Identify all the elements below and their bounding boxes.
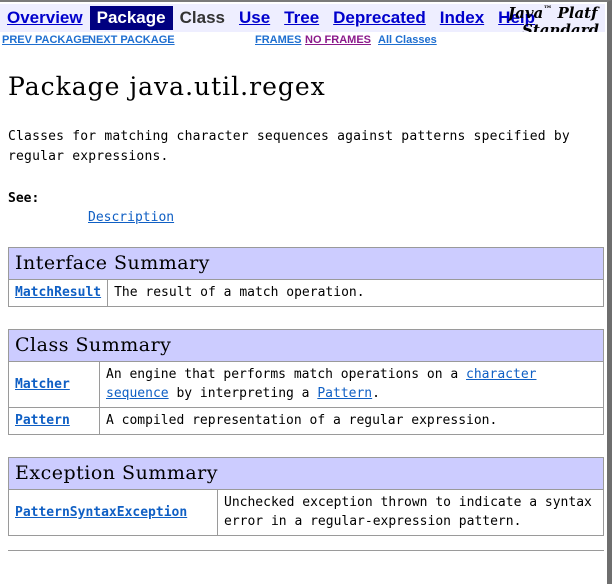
- description-text: Unchecked exception thrown to indicate a…: [224, 495, 592, 529]
- nav-item-use[interactable]: Use: [232, 6, 277, 30]
- footer-divider: [8, 550, 604, 551]
- table-header-row: Exception Summary: [8, 457, 604, 490]
- type-link-pattern[interactable]: Pattern: [15, 413, 70, 428]
- page-title: Package java.util.regex: [8, 72, 326, 101]
- table-row: Matcher An engine that performs match ope…: [8, 361, 604, 408]
- summary-table-interface-summary: Interface Summary MatchResult The result o…: [7, 247, 604, 307]
- table-row: MatchResult The result of a match operati…: [7, 279, 604, 307]
- brand-platform-word: Platf: [552, 4, 598, 22]
- nav-item-package: Package: [89, 6, 173, 30]
- table-row: Pattern A compiled representation of a re…: [8, 407, 604, 435]
- brand-line-1: Java™ Platf: [508, 4, 598, 22]
- type-description-cell: The result of a match operation.: [107, 279, 604, 307]
- nav-item-tree[interactable]: Tree: [277, 6, 326, 30]
- all-classes-link[interactable]: All Classes: [378, 34, 437, 46]
- type-name-cell: PatternSyntaxException: [8, 489, 218, 536]
- table-caption: Interface Summary: [8, 247, 604, 280]
- browser-viewport-frame: Overview Package Class Use Tree Deprecated Ind…: [0, 0, 612, 584]
- description-text: A compiled representation of a regular e…: [106, 413, 498, 428]
- brand-java-word: Java: [508, 4, 544, 22]
- description-anchor-link[interactable]: Description: [88, 210, 174, 225]
- nav-item-deprecated[interactable]: Deprecated: [326, 6, 433, 30]
- top-navigation-bar: Overview Package Class Use Tree Deprecated Ind…: [0, 4, 605, 39]
- next-package-link[interactable]: NEXT PACKAGE: [88, 34, 175, 46]
- type-description-cell: A compiled representation of a regular e…: [99, 407, 604, 435]
- nav-item-overview[interactable]: Overview: [0, 6, 90, 30]
- table-header-row: Interface Summary: [8, 247, 604, 280]
- see-link-container: Description: [88, 210, 599, 225]
- nav-item-index[interactable]: Index: [433, 6, 491, 30]
- description-text: .: [372, 386, 380, 401]
- table-caption: Class Summary: [8, 329, 604, 362]
- table-header-row: Class Summary: [8, 329, 604, 362]
- frames-link[interactable]: FRAMES: [255, 34, 301, 46]
- type-link-matchresult[interactable]: MatchResult: [15, 285, 101, 300]
- type-description-cell: An engine that performs match operations…: [99, 361, 604, 408]
- type-name-cell: Pattern: [8, 407, 100, 435]
- package-description: Classes for matching character sequences…: [8, 129, 570, 164]
- page-scroll-area: Overview Package Class Use Tree Deprecated Ind…: [0, 4, 605, 584]
- table-row: PatternSyntaxException Unchecked exceptio…: [8, 489, 604, 536]
- prev-package-link[interactable]: PREV PACKAGE: [2, 34, 89, 46]
- trademark-icon: ™: [543, 5, 553, 15]
- table-caption: Exception Summary: [8, 457, 604, 490]
- type-link-patternsyntaxexception[interactable]: PatternSyntaxException: [15, 505, 187, 520]
- type-name-cell: MatchResult: [7, 279, 109, 307]
- description-text: An engine that performs match operations…: [106, 367, 467, 382]
- description-text: The result of a match operation.: [114, 285, 365, 300]
- sub-navigation-bar: PREV PACKAGE NEXT PACKAGE FRAMES NO FRAM…: [0, 32, 605, 50]
- summary-tables-container: Interface Summary MatchResult The result o…: [6, 247, 604, 536]
- see-label: See:: [8, 191, 40, 206]
- type-name-cell: Matcher: [8, 361, 100, 408]
- summary-table-class-summary: Class Summary Matcher An engine that perfo…: [8, 329, 604, 435]
- type-link-matcher[interactable]: Matcher: [15, 377, 70, 392]
- nav-item-class: Class: [179, 8, 225, 27]
- inline-doc-link[interactable]: Pattern: [317, 386, 372, 401]
- summary-table-exception-summary: Exception Summary PatternSyntaxException U…: [8, 457, 604, 536]
- nav-item-list: Overview Package Class Use Tree Deprecated Ind…: [0, 4, 542, 32]
- main-content: Package java.util.regex Classes for matc…: [0, 72, 605, 551]
- description-text: by interpreting a: [168, 386, 318, 401]
- type-description-cell: Unchecked exception thrown to indicate a…: [217, 489, 604, 536]
- no-frames-link[interactable]: NO FRAMES: [305, 34, 371, 46]
